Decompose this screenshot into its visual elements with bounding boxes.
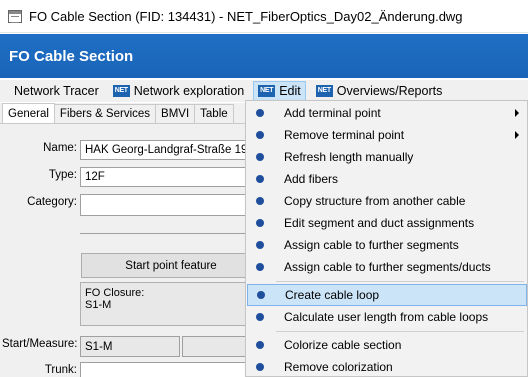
- window-title: FO Cable Section (FID: 134431) - NET_Fib…: [29, 8, 463, 24]
- menu-separator: [276, 281, 524, 282]
- menu-item-add-terminal-point[interactable]: Add terminal point: [247, 102, 527, 124]
- menu-edit[interactable]: NET Edit: [253, 81, 306, 101]
- bullet-icon: [256, 313, 264, 321]
- net-icon: NET: [315, 85, 333, 97]
- menu-item-label: Create cable loop: [285, 288, 380, 302]
- bullet-icon: [256, 153, 264, 161]
- menu-item-create-cable-loop[interactable]: Create cable loop: [247, 284, 527, 306]
- tab-fibers-services[interactable]: Fibers & Services: [53, 104, 157, 123]
- menu-edit-label: Edit: [279, 84, 301, 98]
- start-measure-label: Start/Measure:: [2, 338, 78, 350]
- start-measure-field[interactable]: S1-M: [80, 336, 180, 357]
- bullet-icon: [256, 219, 264, 227]
- bullet-icon: [256, 131, 264, 139]
- menu-item-calculate-user-length[interactable]: Calculate user length from cable loops: [247, 306, 527, 328]
- category-label: Category:: [27, 196, 77, 208]
- submenu-arrow-icon: [515, 109, 519, 117]
- net-icon: NET: [112, 85, 130, 97]
- bullet-icon: [256, 341, 264, 349]
- bullet-icon: [256, 109, 264, 117]
- menu-item-label: Calculate user length from cable loops: [284, 310, 489, 324]
- bullet-icon: [256, 175, 264, 183]
- menu-network-tracer-label: Network Tracer: [14, 84, 99, 98]
- menu-item-edit-segment-duct[interactable]: Edit segment and duct assignments: [247, 212, 527, 234]
- edit-dropdown-menu: Add terminal point Remove terminal point…: [245, 100, 528, 377]
- menu-network-tracer[interactable]: Network Tracer: [10, 81, 103, 101]
- type-label: Type:: [48, 169, 77, 181]
- dialog-header: FO Cable Section: [0, 34, 528, 78]
- menu-item-label: Copy structure from another cable: [284, 194, 466, 208]
- tab-table-label: Table: [200, 108, 228, 120]
- window-titlebar: FO Cable Section (FID: 134431) - NET_Fib…: [0, 0, 528, 33]
- menu-separator: [276, 331, 524, 332]
- bullet-icon: [256, 363, 264, 371]
- bullet-icon: [256, 241, 264, 249]
- menu-overviews-reports-label: Overviews/Reports: [336, 84, 443, 98]
- dialog-title: FO Cable Section: [9, 47, 134, 65]
- menu-item-label: Add fibers: [284, 172, 339, 186]
- menu-item-copy-structure[interactable]: Copy structure from another cable: [247, 190, 527, 212]
- menu-item-label: Remove terminal point: [284, 128, 405, 142]
- bullet-icon: [256, 263, 264, 271]
- menu-item-label: Edit segment and duct assignments: [284, 216, 475, 230]
- tab-bmvi[interactable]: BMVI: [155, 104, 196, 123]
- menu-network-exploration[interactable]: NET Network exploration: [109, 81, 248, 101]
- menu-item-remove-terminal-point[interactable]: Remove terminal point: [247, 124, 527, 146]
- menu-item-label: Assign cable to further segments: [284, 238, 459, 252]
- menu-bar: Network Tracer NET Network exploration N…: [0, 80, 528, 102]
- menu-item-remove-colorization[interactable]: Remove colorization: [247, 356, 527, 377]
- tab-general[interactable]: General: [2, 103, 55, 123]
- tab-general-label: General: [8, 107, 49, 120]
- net-icon: NET: [258, 85, 276, 97]
- tab-table[interactable]: Table: [194, 104, 234, 123]
- menu-item-add-fibers[interactable]: Add fibers: [247, 168, 527, 190]
- trunk-label: Trunk:: [44, 364, 77, 376]
- bullet-icon: [256, 197, 264, 205]
- menu-item-label: Remove colorization: [284, 360, 393, 374]
- menu-item-label: Refresh length manually: [284, 150, 414, 164]
- menu-item-assign-segments[interactable]: Assign cable to further segments: [247, 234, 527, 256]
- tab-bmvi-label: BMVI: [161, 108, 190, 120]
- menu-item-label: Assign cable to further segments/ducts: [284, 260, 491, 274]
- menu-item-assign-segments-ducts[interactable]: Assign cable to further segments/ducts: [247, 256, 527, 278]
- tab-fibers-services-label: Fibers & Services: [59, 108, 151, 120]
- menu-item-colorize-cable-section[interactable]: Colorize cable section: [247, 334, 527, 356]
- menu-item-label: Add terminal point: [284, 106, 381, 120]
- window-icon: [8, 9, 22, 23]
- menu-overviews-reports[interactable]: NET Overviews/Reports: [312, 81, 447, 101]
- start-point-feature-button[interactable]: Start point feature: [81, 253, 261, 278]
- submenu-arrow-icon: [515, 131, 519, 139]
- name-label: Name:: [43, 142, 77, 154]
- menu-item-refresh-length[interactable]: Refresh length manually: [247, 146, 527, 168]
- menu-item-label: Colorize cable section: [284, 338, 402, 352]
- menu-network-exploration-label: Network exploration: [133, 84, 245, 98]
- bullet-icon: [257, 291, 265, 299]
